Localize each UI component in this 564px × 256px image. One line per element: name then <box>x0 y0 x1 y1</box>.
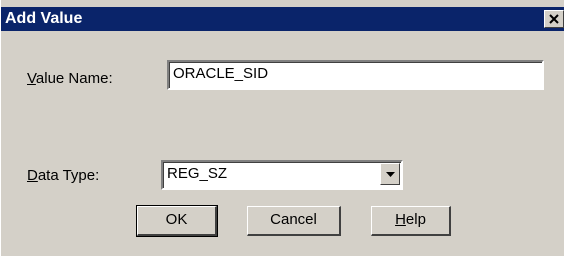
value-name-field[interactable]: ORACLE_SID <box>166 59 545 91</box>
value-name-input-text: ORACLE_SID <box>173 65 269 82</box>
value-name-label-accel: V <box>27 70 36 87</box>
value-name-label: Value Name: <box>27 70 113 87</box>
data-type-label-accel: D <box>27 167 38 184</box>
add-value-dialog: Add Value Value Name: ORACLE_SID Data Ty… <box>0 0 564 256</box>
cancel-button-label: Cancel <box>270 211 317 228</box>
close-button[interactable] <box>544 10 564 28</box>
data-type-dropdown-button[interactable] <box>380 163 400 185</box>
title-bar[interactable]: Add Value <box>1 7 564 31</box>
dialog-title: Add Value <box>5 10 83 27</box>
data-type-select[interactable]: REG_SZ <box>160 159 404 191</box>
ok-button-label: OK <box>165 211 188 228</box>
ok-button[interactable]: OK <box>136 205 218 237</box>
help-button-label: elp <box>405 211 426 228</box>
data-type-label: Data Type: <box>27 167 99 184</box>
data-type-selected-value: REG_SZ <box>167 165 228 182</box>
close-icon <box>549 14 559 24</box>
cancel-button[interactable]: Cancel <box>247 206 341 236</box>
value-name-label-rest: alue Name: <box>35 70 113 87</box>
chevron-down-icon <box>386 172 395 177</box>
data-type-label-rest: ata Type: <box>37 167 100 184</box>
help-button[interactable]: Help <box>371 206 451 236</box>
help-button-accel: H <box>395 211 406 228</box>
